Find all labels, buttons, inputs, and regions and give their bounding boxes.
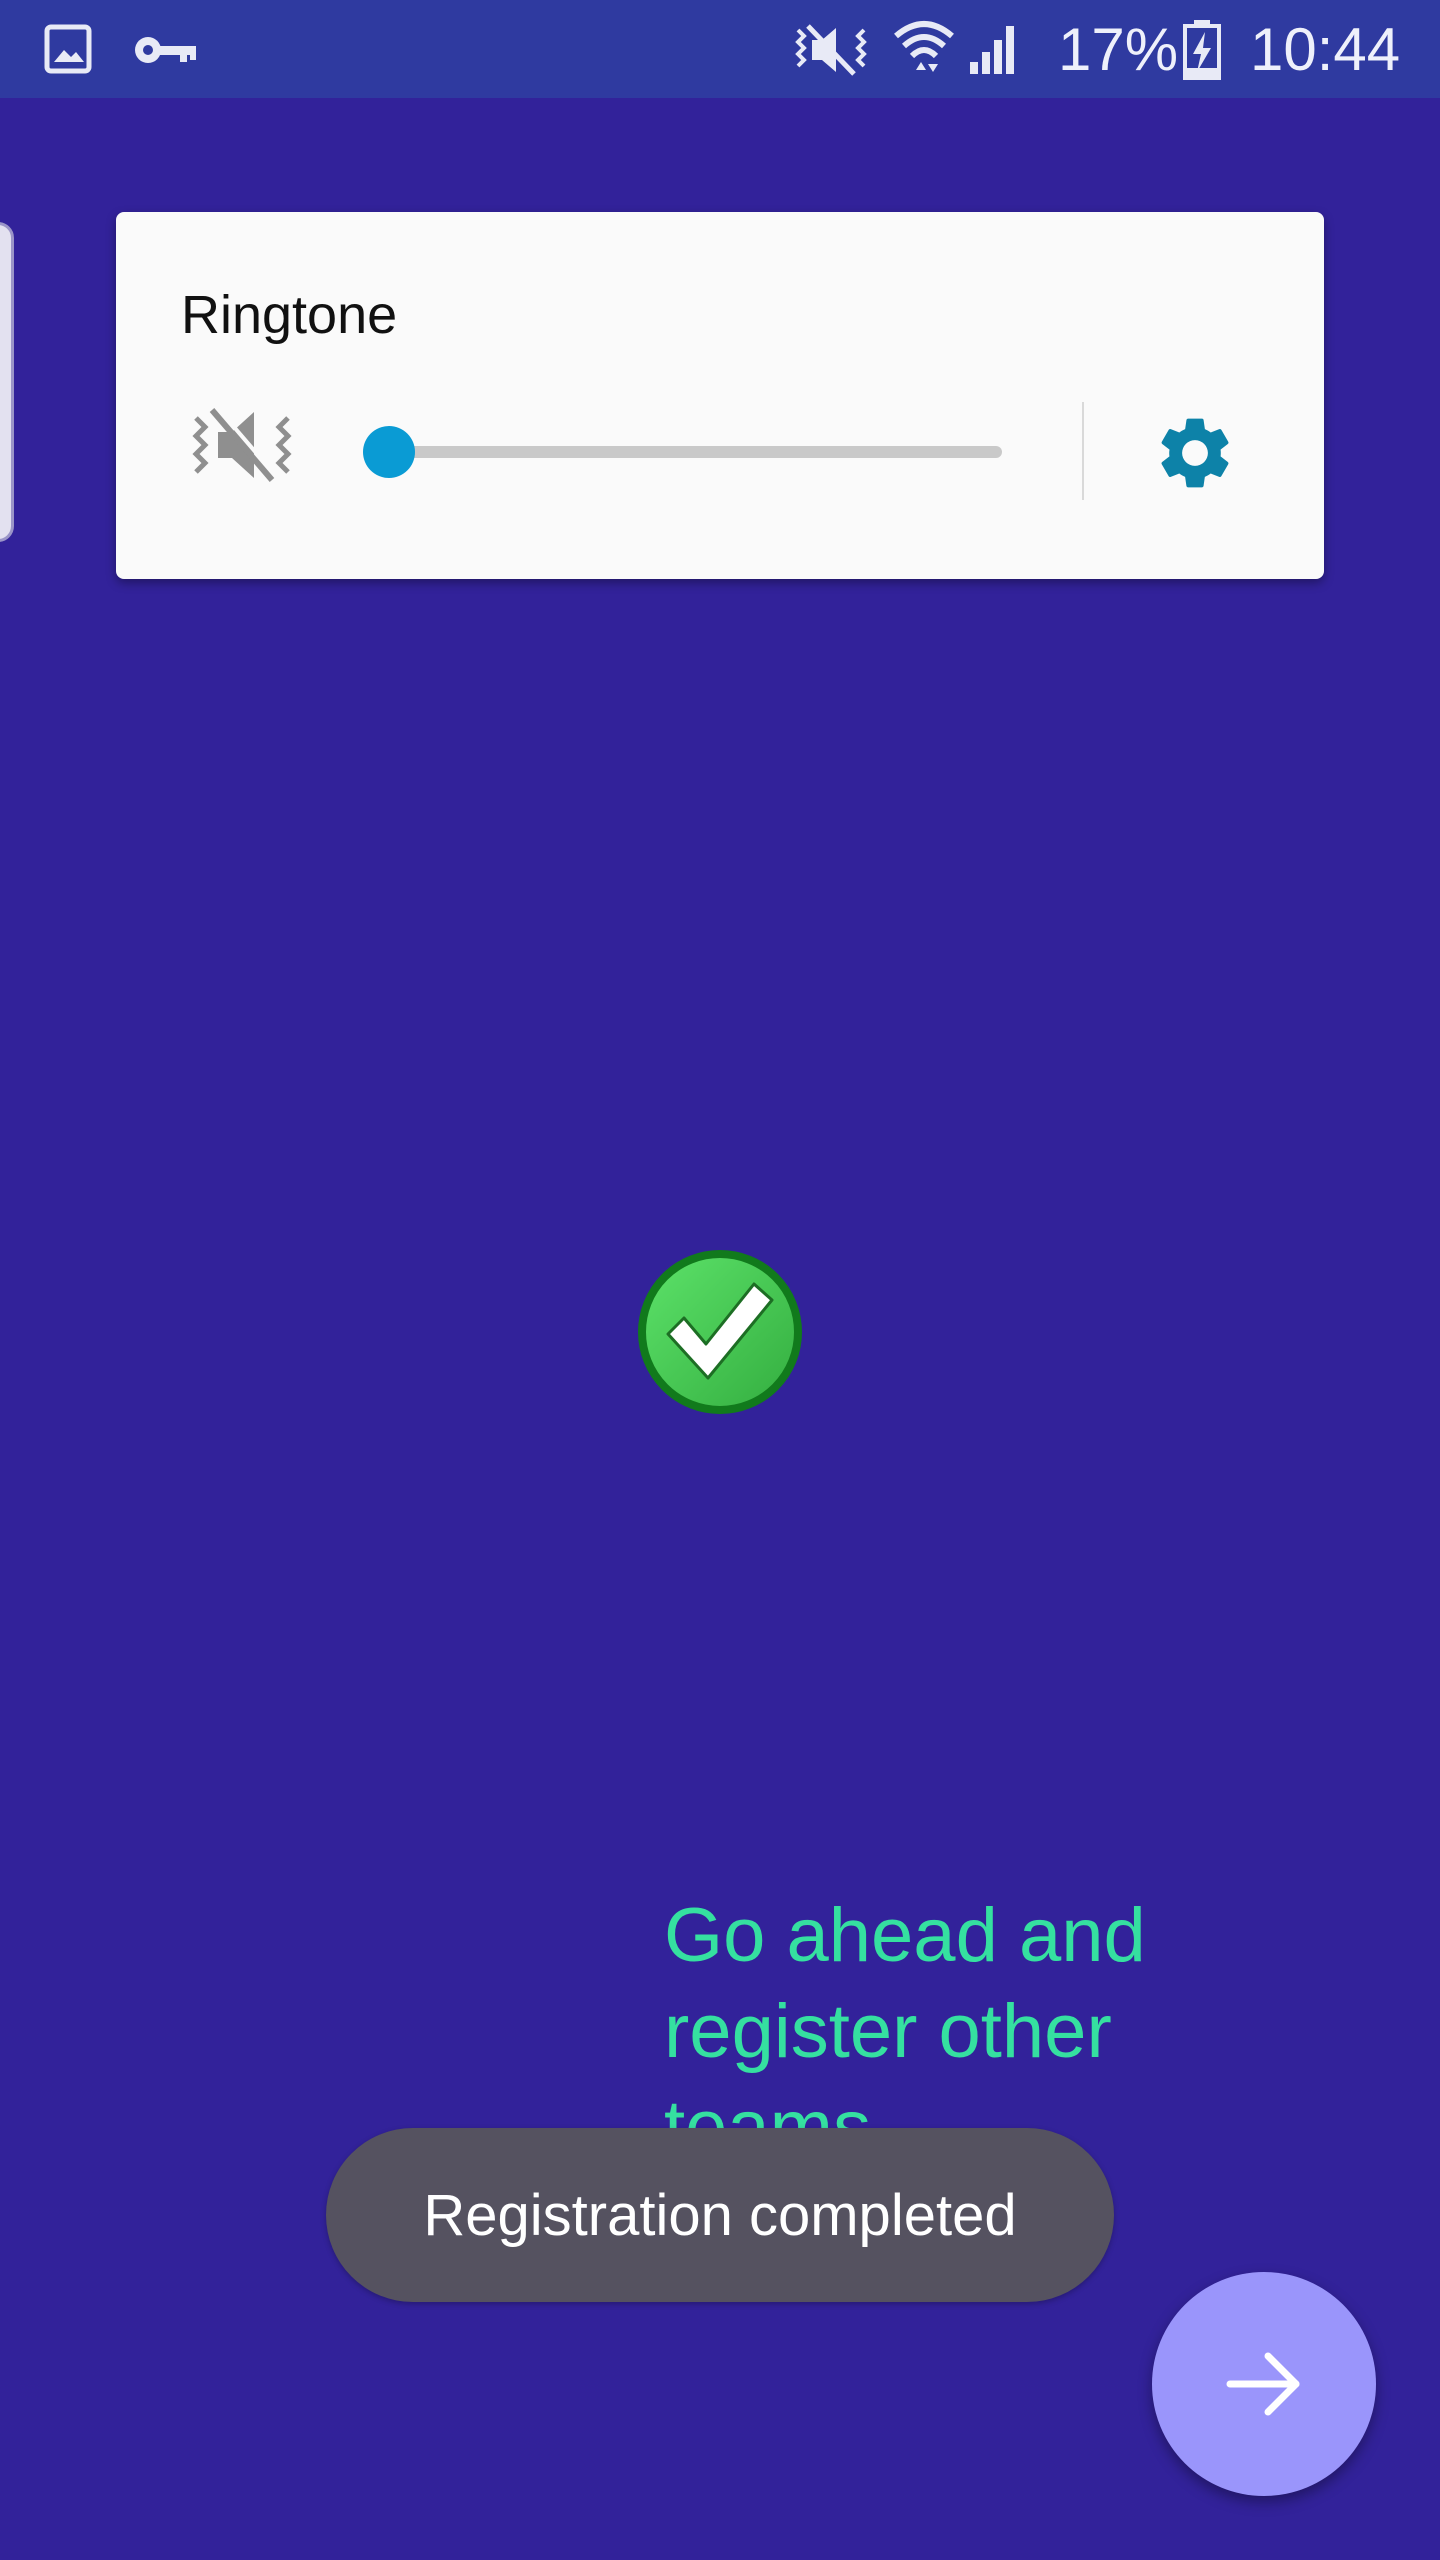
gallery-icon xyxy=(44,24,92,74)
divider xyxy=(1082,402,1084,500)
battery-charging-icon xyxy=(1182,18,1222,80)
success-check-icon xyxy=(636,1248,804,1416)
volume-panel: Ringtone xyxy=(116,212,1324,579)
volume-slider-thumb[interactable] xyxy=(363,426,415,478)
wifi-icon xyxy=(894,18,954,80)
volume-stream-title: Ringtone xyxy=(181,285,398,345)
gear-icon[interactable] xyxy=(1152,410,1238,496)
clock: 10:44 xyxy=(1250,16,1401,83)
edge-panel-handle[interactable] xyxy=(0,222,14,542)
vpn-key-icon xyxy=(132,32,198,68)
app-screen: 17% 10:44 Ringtone Go ahead and register… xyxy=(0,0,1440,2560)
arrow-right-icon xyxy=(1226,2352,1300,2416)
signal-icon xyxy=(968,22,1022,76)
status-bar: 17% 10:44 xyxy=(0,0,1440,98)
next-button[interactable] xyxy=(1152,2272,1376,2496)
vibrate-mute-icon[interactable] xyxy=(188,404,296,484)
vibrate-mute-icon xyxy=(792,22,870,78)
toast-message: Registration completed xyxy=(326,2128,1114,2302)
battery-percent: 17% xyxy=(1058,16,1179,83)
volume-slider-track[interactable] xyxy=(388,446,1002,458)
